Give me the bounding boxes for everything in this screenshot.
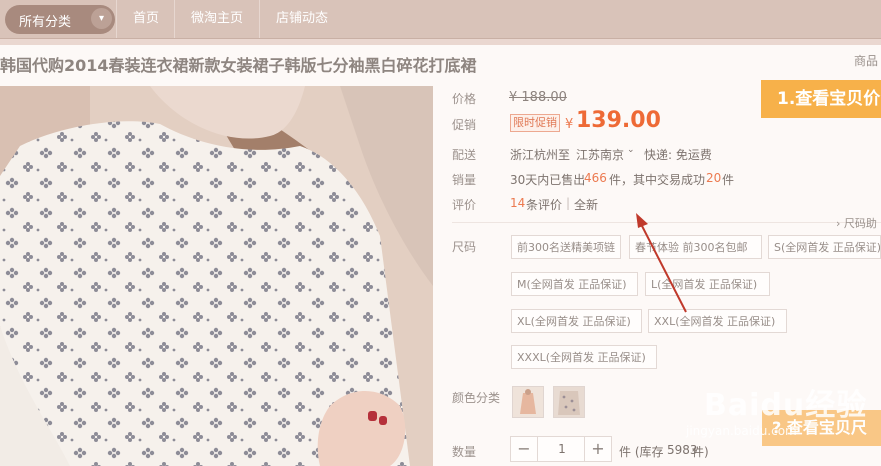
- swatch-thumbnail: [513, 387, 543, 417]
- ship-to-select[interactable]: 江苏南京: [576, 146, 624, 163]
- size-label: 尺码: [452, 240, 477, 254]
- product-image[interactable]: [0, 86, 433, 466]
- size-option[interactable]: M(全网首发 正品保证): [511, 272, 638, 296]
- nav-shop-dynamics-link[interactable]: 店铺动态: [259, 0, 344, 38]
- review-count[interactable]: 14: [510, 196, 525, 210]
- color-swatch[interactable]: [553, 386, 585, 418]
- nav-home-link[interactable]: 首页: [116, 0, 175, 38]
- top-nav: 所有分类 ▾ 首页 微淘主页 店铺动态: [0, 0, 881, 39]
- section-divider: [452, 222, 881, 223]
- callout-check-price: 1.查看宝贝价: [761, 80, 881, 118]
- callout-text: 1.查看宝贝价: [777, 89, 881, 109]
- size-option[interactable]: XXL(全网首发 正品保证): [648, 309, 787, 333]
- quantity-plus-button[interactable]: +: [584, 437, 611, 461]
- sales-prefix: 30天内已售出: [510, 173, 586, 187]
- quantity-label: 数量: [452, 445, 477, 459]
- size-help-link[interactable]: › 尺码助: [836, 215, 877, 231]
- ship-from: 浙江杭州: [510, 148, 559, 162]
- reviews-label: 评价: [452, 198, 477, 212]
- stock-suffix: 件): [692, 445, 709, 459]
- promo-badge: 限时促销: [510, 114, 560, 132]
- size-option[interactable]: XXXL(全网首发 正品保证): [511, 345, 657, 369]
- color-label: 颜色分类: [452, 391, 501, 405]
- stock-prefix: 件 (库存: [619, 445, 664, 459]
- original-price: ¥ 188.00: [509, 90, 567, 105]
- quantity-input[interactable]: 1: [538, 437, 586, 461]
- all-categories-button[interactable]: 所有分类 ▾: [5, 5, 115, 34]
- price-label: 价格: [452, 92, 477, 106]
- color-swatch[interactable]: [512, 386, 544, 418]
- reviews-separator: |: [566, 196, 571, 210]
- promo-label: 促销: [452, 118, 477, 132]
- sales-label: 销量: [452, 173, 477, 187]
- nav-weitao-link[interactable]: 微淘主页: [174, 0, 259, 38]
- currency-symbol: ¥: [565, 117, 574, 132]
- all-categories-label: 所有分类: [19, 15, 72, 30]
- shipping-label: 配送: [452, 148, 477, 162]
- sales-count: 466: [584, 171, 607, 185]
- sales-mid: 件，其中交易成功: [609, 173, 706, 187]
- size-option[interactable]: L(全网首发 正品保证): [645, 272, 770, 296]
- product-title: 韩国代购2014春装连衣裙新款女装裙子韩版七分袖黑白碎花打底裙: [0, 56, 477, 75]
- sales-suffix: 件: [722, 173, 735, 187]
- size-option[interactable]: 春节体验 前300名包邮: [629, 235, 762, 259]
- chevron-down-icon[interactable]: ⌄: [627, 145, 635, 155]
- size-option[interactable]: XL(全网首发 正品保证): [511, 309, 642, 333]
- ship-to-word: 至: [558, 148, 571, 162]
- review-count-suffix[interactable]: 条评价: [526, 196, 562, 213]
- dress-photo-illustration: [0, 86, 433, 466]
- chevron-down-icon: ▾: [91, 8, 112, 29]
- baidu-watermark: Baidu经验: [704, 388, 868, 423]
- size-option[interactable]: 前300名送精美项链: [511, 235, 621, 259]
- size-option[interactable]: S(全网首发 正品保证): [768, 235, 881, 259]
- express-fee: 快递: 免运费: [644, 148, 712, 162]
- watermark-url: jingyan.baidu.com: [686, 424, 797, 438]
- swatch-thumbnail: [554, 387, 584, 417]
- promo-price: 139.00: [576, 108, 661, 133]
- quantity-stepper: − 1 +: [510, 436, 612, 462]
- nav-accent-bar: [0, 39, 881, 45]
- quantity-minus-button[interactable]: −: [511, 437, 538, 461]
- item-condition: 全新: [574, 198, 599, 212]
- success-count: 20: [706, 171, 722, 185]
- product-info-link[interactable]: 商品: [854, 52, 878, 69]
